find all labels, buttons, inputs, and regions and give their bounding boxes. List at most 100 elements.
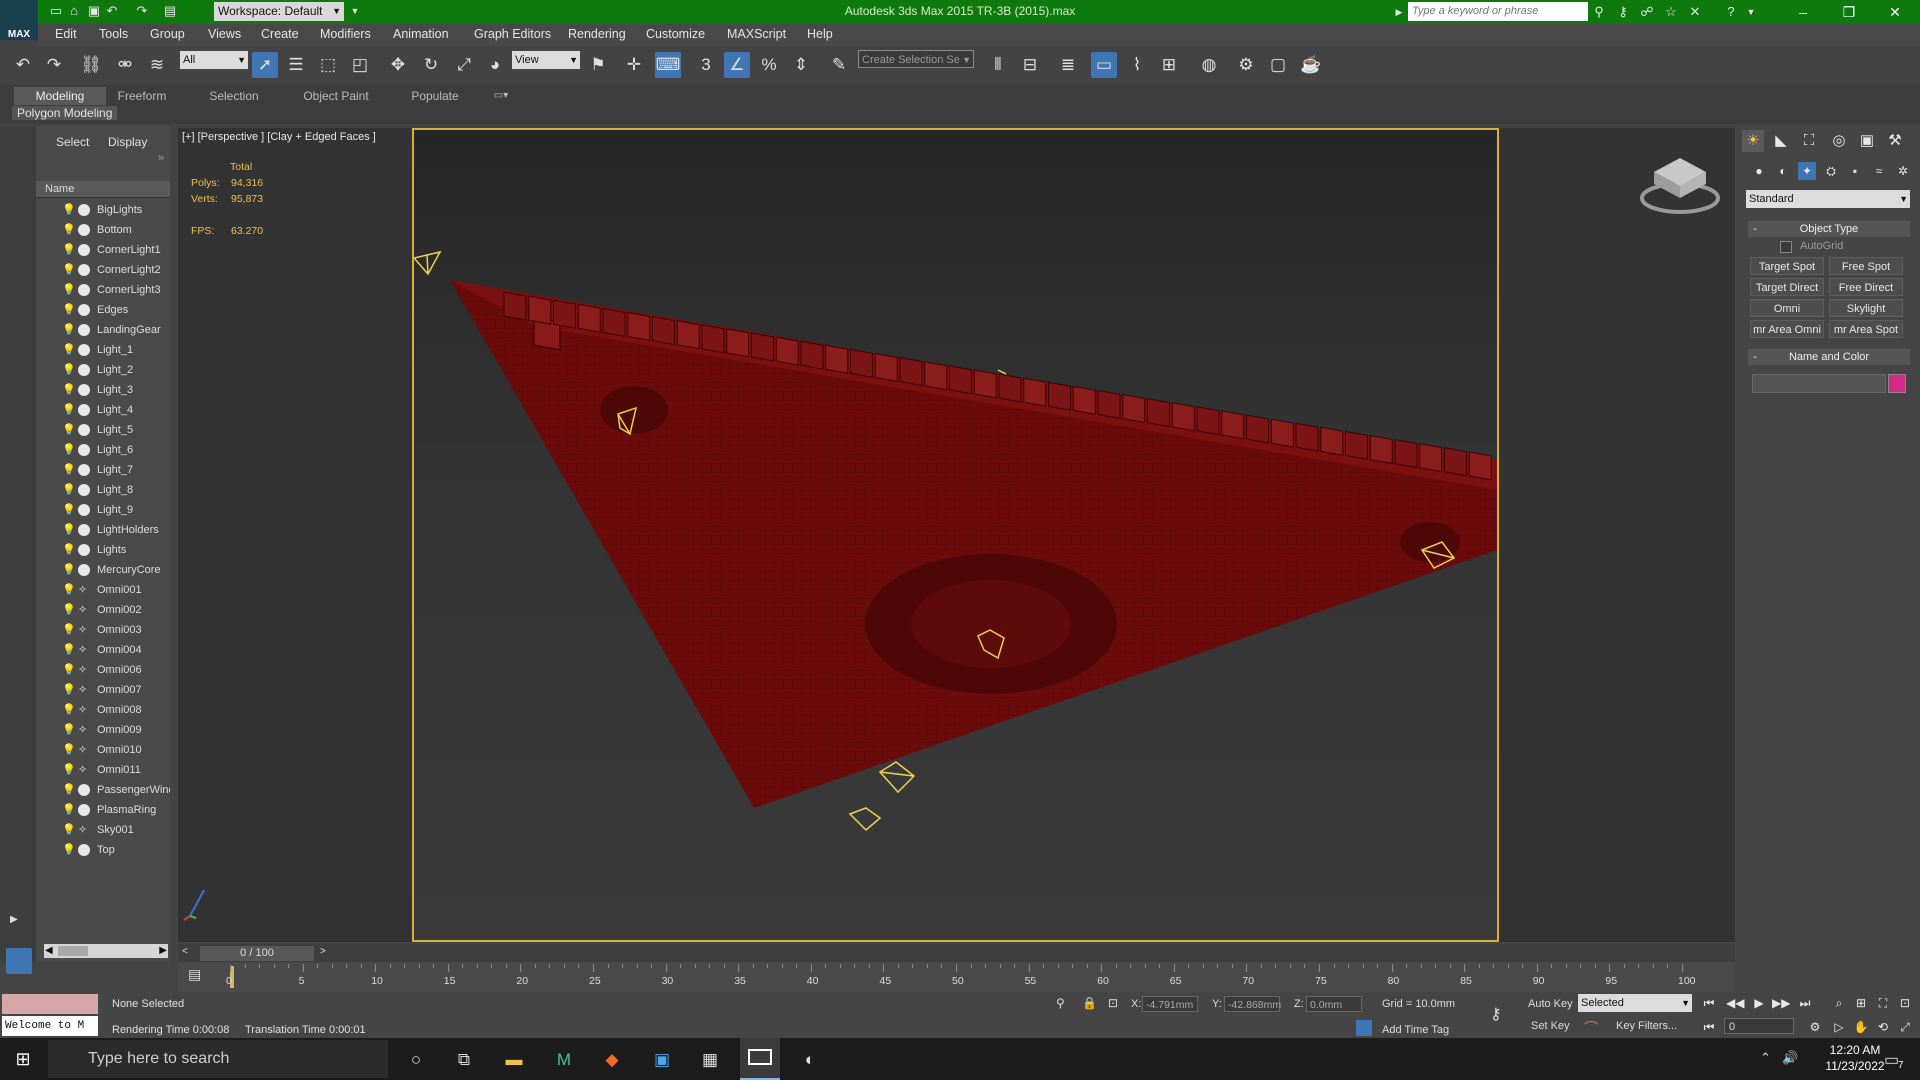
undo-icon[interactable]: ↶ bbox=[104, 3, 120, 19]
target-direct-button[interactable]: Target Direct bbox=[1750, 278, 1824, 296]
selection-lock-icon[interactable]: 🔒 bbox=[1082, 996, 1097, 1010]
list-item[interactable]: 💡 Light_1 bbox=[36, 340, 170, 360]
next-frame-icon[interactable]: > bbox=[320, 946, 326, 957]
collapse-infocenter-icon[interactable]: ▶ bbox=[1390, 3, 1408, 21]
percent-snap-icon[interactable]: % bbox=[756, 52, 782, 78]
unlink-selection-icon[interactable]: ⚮ bbox=[112, 52, 138, 78]
x-coordinate-field[interactable]: -4.791mm bbox=[1142, 996, 1198, 1012]
app-m-icon[interactable]: M bbox=[550, 1048, 578, 1072]
reference-coordinate-dropdown[interactable]: View ▼ bbox=[512, 51, 580, 69]
list-item[interactable]: 💡 ✧ Omni007 bbox=[36, 680, 170, 700]
mr-area-spot-button[interactable]: mr Area Spot bbox=[1829, 320, 1903, 338]
cortana-icon[interactable]: ○ bbox=[402, 1048, 430, 1072]
tab-modeling[interactable]: Modeling bbox=[14, 87, 106, 105]
maximize-viewport-icon[interactable]: ⤢ bbox=[1896, 1018, 1914, 1036]
scroll-left-icon[interactable]: ◀ bbox=[45, 944, 53, 958]
viewcube[interactable] bbox=[1640, 154, 1720, 218]
list-item[interactable]: 💡 PassengerWind bbox=[36, 780, 170, 800]
lightbulb-icon[interactable]: 💡 bbox=[62, 680, 76, 700]
create-panel-icon[interactable]: ☀ bbox=[1742, 130, 1764, 152]
key-filters-button[interactable]: Key Filters... bbox=[1616, 1020, 1677, 1032]
add-time-tag-icon[interactable] bbox=[1356, 1020, 1372, 1036]
lightbulb-icon[interactable]: 💡 bbox=[62, 280, 76, 300]
render-setup-icon[interactable]: ⚙ bbox=[1233, 52, 1259, 78]
maxscript-prompt[interactable]: Welcome to M bbox=[2, 1016, 98, 1036]
binoculars-icon[interactable]: ⚲ bbox=[1590, 3, 1608, 21]
named-selection-set-dropdown[interactable]: Create Selection Se ▼ bbox=[858, 50, 974, 68]
geometry-icon[interactable]: ● bbox=[1750, 162, 1768, 180]
lightbulb-icon[interactable]: 💡 bbox=[62, 360, 76, 380]
help-icon[interactable]: ? bbox=[1722, 3, 1740, 21]
exchange-apps-icon[interactable]: ✕ bbox=[1686, 3, 1704, 21]
taskbar-search-box[interactable]: Type here to search bbox=[48, 1040, 388, 1078]
list-item[interactable]: 💡 Light_2 bbox=[36, 360, 170, 380]
list-item[interactable]: 💡 Light_5 bbox=[36, 420, 170, 440]
zoom-all-icon[interactable]: ⊞ bbox=[1852, 994, 1870, 1012]
list-item[interactable]: 💡 Lights bbox=[36, 540, 170, 560]
rollout-name-and-color[interactable]: - Name and Color bbox=[1748, 349, 1910, 365]
undo-icon[interactable]: ↶ bbox=[10, 52, 36, 78]
scene-explorer-toggle-icon[interactable] bbox=[6, 948, 32, 974]
align-icon[interactable]: ⊟ bbox=[1017, 52, 1043, 78]
list-item[interactable]: 💡 ✧ Omni004 bbox=[36, 640, 170, 660]
rollout-object-type[interactable]: - Object Type bbox=[1748, 221, 1910, 237]
prev-frame-icon[interactable]: < bbox=[182, 946, 188, 957]
scroll-right-icon[interactable]: ▶ bbox=[159, 944, 167, 958]
key-mode-toggle-icon[interactable]: ⏮ bbox=[1700, 1018, 1718, 1036]
brave-browser-icon[interactable]: ◆ bbox=[598, 1048, 626, 1072]
select-manipulate-icon[interactable]: ✛ bbox=[621, 52, 647, 78]
mr-area-omni-button[interactable]: mr Area Omni bbox=[1750, 320, 1824, 338]
restore-button[interactable]: ❐ bbox=[1826, 0, 1872, 24]
menu-views[interactable]: Views bbox=[208, 27, 241, 41]
lightbulb-icon[interactable]: 💡 bbox=[62, 720, 76, 740]
list-item[interactable]: 💡 BigLights bbox=[36, 200, 170, 220]
favorites-star-icon[interactable]: ☆ bbox=[1662, 3, 1680, 21]
rendered-frame-window-icon[interactable]: ▢ bbox=[1265, 52, 1291, 78]
window-crossing-icon[interactable]: ◰ bbox=[347, 52, 373, 78]
lightbulb-icon[interactable]: 💡 bbox=[62, 380, 76, 400]
go-to-start-icon[interactable]: ⏮ bbox=[1700, 994, 1718, 1012]
list-item[interactable]: 💡 ✧ Omni002 bbox=[36, 600, 170, 620]
scrollbar-thumb[interactable] bbox=[58, 946, 88, 956]
target-spot-button[interactable]: Target Spot bbox=[1750, 257, 1824, 275]
workspace-dropdown[interactable]: Workspace: Default ▼ bbox=[214, 2, 344, 21]
time-configuration-icon[interactable]: ⚙ bbox=[1806, 1018, 1824, 1036]
edit-named-selection-icon[interactable]: ✎ bbox=[826, 52, 852, 78]
explorer-tab-display[interactable]: Display bbox=[108, 135, 147, 149]
menu-customize[interactable]: Customize bbox=[646, 27, 705, 41]
isolate-selection-icon[interactable]: ⚲ bbox=[1056, 996, 1065, 1010]
object-category-dropdown[interactable]: Standard ▼ bbox=[1746, 190, 1910, 208]
motion-panel-icon[interactable]: ◎ bbox=[1828, 130, 1850, 152]
select-and-rotate-icon[interactable]: ↻ bbox=[418, 52, 444, 78]
list-item[interactable]: 💡 Light_4 bbox=[36, 400, 170, 420]
select-and-scale-icon[interactable]: ⤢ bbox=[451, 52, 477, 78]
list-item[interactable]: 💡 ✧ Omni008 bbox=[36, 700, 170, 720]
redo-icon[interactable]: ↷ bbox=[41, 52, 67, 78]
keyboard-shortcut-override-icon[interactable]: ⌨ bbox=[655, 52, 681, 78]
lightbulb-icon[interactable]: 💡 bbox=[62, 620, 76, 640]
lightbulb-icon[interactable]: 💡 bbox=[62, 240, 76, 260]
system-clock[interactable]: 12:20 AM 11/23/2022 bbox=[1825, 1042, 1885, 1074]
bind-to-space-warp-icon[interactable]: ≋ bbox=[144, 52, 170, 78]
task-view-icon[interactable]: ⧉ bbox=[450, 1048, 478, 1072]
list-item[interactable]: 💡 Light_6 bbox=[36, 440, 170, 460]
list-item[interactable]: 💡 Top bbox=[36, 840, 170, 860]
lightbulb-icon[interactable]: 💡 bbox=[62, 820, 76, 840]
list-item[interactable]: 💡 ✧ Omni006 bbox=[36, 660, 170, 680]
app-logo-button[interactable]: MAX bbox=[0, 0, 38, 40]
z-coordinate-field[interactable]: 0.0mm bbox=[1306, 996, 1362, 1012]
explorer-horizontal-scrollbar[interactable]: ◀ ▶ bbox=[44, 944, 168, 958]
menu-help[interactable]: Help bbox=[807, 27, 833, 41]
expand-arrow-icon[interactable]: ▶ bbox=[10, 914, 18, 925]
lightbulb-icon[interactable]: 💡 bbox=[62, 660, 76, 680]
list-item[interactable]: 💡 Edges bbox=[36, 300, 170, 320]
ribbon-options-icon[interactable]: ▭▾ bbox=[488, 87, 514, 105]
list-item[interactable]: 💡 LandingGear bbox=[36, 320, 170, 340]
list-item[interactable]: 💡 MercuryCore bbox=[36, 560, 170, 580]
systems-icon[interactable]: ✲ bbox=[1894, 162, 1912, 180]
lightbulb-icon[interactable]: 💡 bbox=[62, 200, 76, 220]
list-item[interactable]: 💡 CornerLight3 bbox=[36, 280, 170, 300]
angle-snap-icon[interactable]: ∠ bbox=[724, 52, 750, 78]
tab-object-paint[interactable]: Object Paint bbox=[296, 87, 376, 105]
snaps-toggle-icon[interactable]: 3 bbox=[693, 52, 719, 78]
